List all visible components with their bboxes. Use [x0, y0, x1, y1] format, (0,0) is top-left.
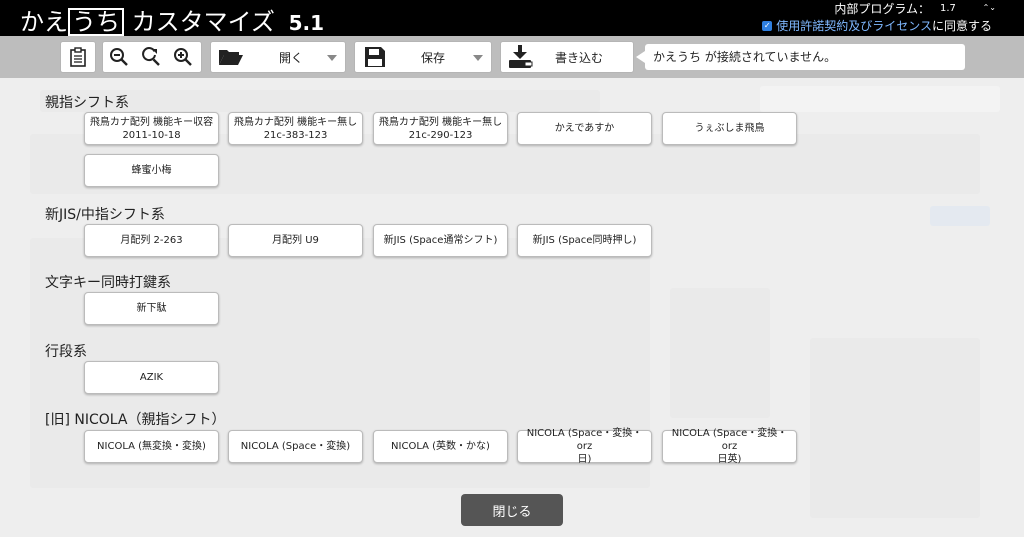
save-label: 保存 — [421, 50, 446, 65]
save-caret-icon — [473, 55, 483, 61]
firmware-select[interactable]: 1.7 ⌃⌄ — [940, 3, 996, 14]
preset-button[interactable]: かえであすか — [517, 112, 652, 145]
preset-button[interactable]: NICOLA (Space・変換) — [228, 430, 363, 463]
license-checkbox[interactable]: ✓ — [762, 20, 773, 31]
zoom-reset-icon — [142, 47, 160, 66]
open-label: 開く — [279, 50, 304, 65]
preset-button[interactable]: NICOLA (無変換・変換) — [84, 430, 219, 463]
preset-button[interactable]: 蜂蜜小梅 — [84, 154, 219, 187]
app-logo: うち — [68, 8, 124, 36]
preset-button[interactable]: 新JIS (Space通常シフト) — [373, 224, 508, 257]
firmware-label: 内部プログラム： — [834, 2, 930, 16]
section-title: 文字キー同時打鍵系 — [45, 275, 171, 291]
zoom-out-button[interactable] — [103, 42, 135, 72]
write-button[interactable]: 書き込む — [500, 41, 634, 73]
toolbar: 開く 保存 書き込む かえうち が接続されていません。 — [0, 36, 1024, 78]
preset-button[interactable]: NICOLA (英数・かな) — [373, 430, 508, 463]
preset-button[interactable]: NICOLA (Space・変換・orz 日) — [517, 428, 652, 465]
preset-button[interactable]: 飛鳥カナ配列 機能キー無し 21c-383-123 — [228, 112, 363, 145]
section-title: 新JIS/中指シフト系 — [45, 207, 165, 223]
license-suffix: に同意する — [931, 19, 992, 33]
zoom-out-icon — [110, 48, 128, 66]
write-label: 書き込む — [555, 50, 604, 65]
app-name-suffix: カスタマイズ — [124, 8, 275, 36]
zoom-in-button[interactable] — [167, 42, 199, 72]
preset-button[interactable]: 月配列 2-263 — [84, 224, 219, 257]
title-bar: かえ うち カスタマイズ 5.1 内部プログラム： 1.7 ⌃⌄ ✓ 使用許諾契約… — [0, 0, 1024, 36]
select-caret-icon: ⌃⌄ — [982, 3, 996, 12]
section-title: 行段系 — [45, 344, 87, 360]
section-title: 親指シフト系 — [45, 95, 129, 111]
open-caret-icon — [327, 55, 337, 61]
app-version: 5.1 — [288, 11, 324, 35]
license-row: ✓ 使用許諾契約及びライセンス に同意する — [762, 17, 992, 34]
section-title: [旧] NICOLA（親指シフト） — [45, 412, 226, 428]
download-to-device-icon — [505, 42, 537, 72]
clipboard-button[interactable] — [60, 41, 96, 73]
zoom-reset-button[interactable] — [135, 42, 167, 72]
preset-button[interactable]: AZIK — [84, 361, 219, 394]
zoom-group — [102, 41, 202, 73]
clipboard-icon — [70, 47, 86, 67]
app-title: かえ うち カスタマイズ 5.1 — [20, 2, 324, 37]
preset-button[interactable]: NICOLA (Space・変換・orz 日英) — [662, 428, 797, 465]
floppy-disk-icon — [359, 42, 391, 72]
save-button[interactable]: 保存 — [354, 41, 492, 73]
zoom-in-icon — [174, 48, 192, 66]
license-link[interactable]: 使用許諾契約及びライセンス — [776, 17, 932, 34]
firmware-row: 内部プログラム： 1.7 ⌃⌄ — [834, 0, 996, 17]
preset-button[interactable]: うぇぶしま飛鳥 — [662, 112, 797, 145]
preset-button[interactable]: 月配列 U9 — [228, 224, 363, 257]
firmware-value: 1.7 — [940, 3, 956, 14]
preset-button[interactable]: 新下駄 — [84, 292, 219, 325]
preset-button[interactable]: 飛鳥カナ配列 機能キー無し 21c-290-123 — [373, 112, 508, 145]
preset-button[interactable]: 飛鳥カナ配列 機能キー収容 2011-10-18 — [84, 112, 219, 145]
folder-open-icon — [215, 42, 247, 72]
connection-status: かえうち が接続されていません。 — [636, 44, 965, 70]
app-name-prefix: かえ — [20, 8, 68, 36]
close-button[interactable]: 閉じる — [461, 494, 563, 526]
open-button[interactable]: 開く — [210, 41, 346, 73]
preset-button[interactable]: 新JIS (Space同時押し) — [517, 224, 652, 257]
